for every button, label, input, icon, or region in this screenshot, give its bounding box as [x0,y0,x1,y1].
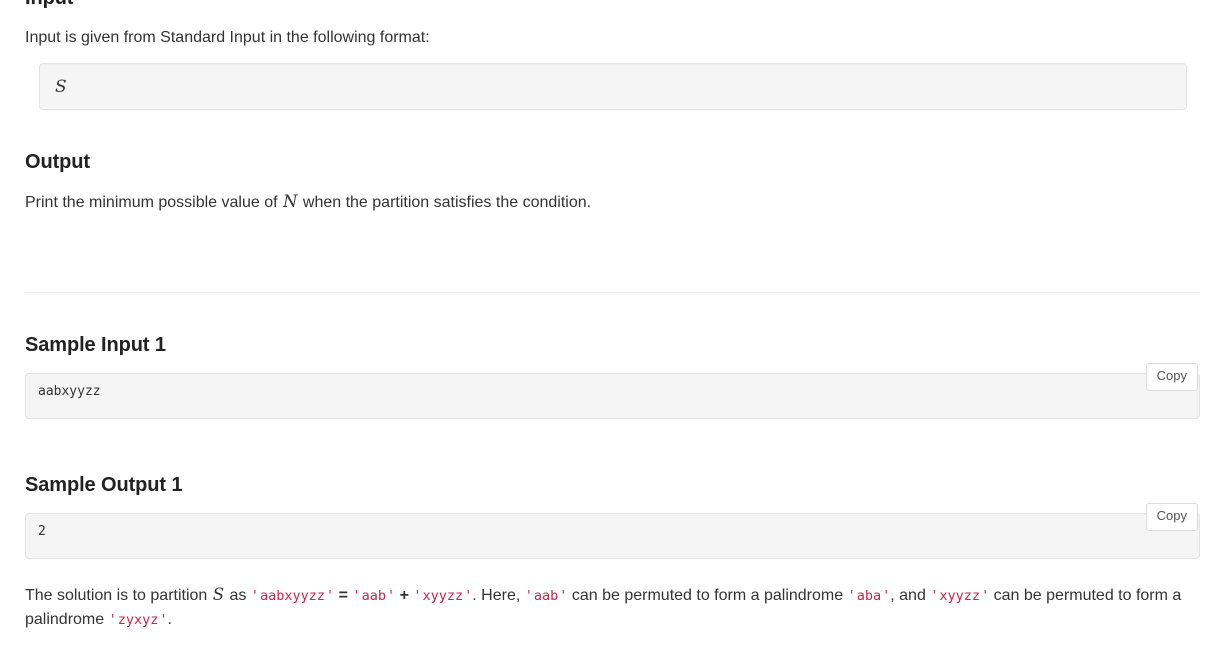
sample-output-1-wrapper: 2 Copy [25,503,1200,560]
section-heading-sample-output-1: Sample Output 1 [25,474,183,497]
code-left-part: aab [361,588,386,605]
code-aab: aab [533,588,559,605]
code-right-part: xyyzz [422,588,464,605]
content-column: Input Input is given from Standard Input… [25,0,1200,645]
output-description-suffix: when the partition satisfies the conditi… [298,194,592,212]
input-format-description: Input is given from Standard Input in th… [25,26,1200,49]
quote-open-left: ' [352,588,361,605]
explanation-part-7: . [167,610,172,628]
output-variable-n: N [283,192,298,212]
copy-sample-output-1-button[interactable]: Copy [1145,503,1198,531]
output-description: Print the minimum possible value of N wh… [25,190,1200,214]
plus-operator: + [399,587,409,605]
input-format-variable: S [55,76,67,97]
explanation-part-3: . Here, [472,587,525,605]
quote-open-aab: ' [524,588,533,605]
code-full-string: aabxyyzz [260,588,326,605]
sample-output-1-content: 2 [25,513,1200,560]
sample-input-1-content: aabxyyzz [25,373,1200,420]
output-description-prefix: Print the minimum possible value of [25,194,282,212]
explanation-part-5: , and [890,587,931,605]
explanation-part-4: can be permuted to form a palindrome [567,587,848,605]
quote-open-right: ' [413,588,422,605]
sample-explanation: The solution is to partition S as 'aabxy… [25,583,1200,630]
section-heading-sample-input-1: Sample Input 1 [25,334,166,357]
quote-close-left: ' [386,588,396,605]
explanation-part-2: as [225,587,251,605]
copy-sample-input-1-button[interactable]: Copy [1145,363,1198,391]
code-xyyzz: xyyzz [939,588,981,605]
problem-statement-page: Input Input is given from Standard Input… [0,0,1225,628]
input-format-description-text: Input is given from Standard Input in th… [25,29,430,46]
section-heading-input: Input [25,0,1200,10]
equals-operator: = [338,587,348,605]
explanation-variable-s: S [212,585,225,605]
input-format-box: S [39,63,1187,111]
code-aba: aba [856,588,882,605]
section-heading-output: Output [25,151,90,174]
quote-close-full: ' [326,588,335,605]
quote-open-aba: ' [847,588,856,605]
explanation-part-1: The solution is to partition [25,587,212,605]
quote-close-xyyzz: ' [981,588,990,605]
sample-input-1-wrapper: aabxyyzz Copy [25,363,1200,420]
quote-open-full: ' [250,588,260,605]
